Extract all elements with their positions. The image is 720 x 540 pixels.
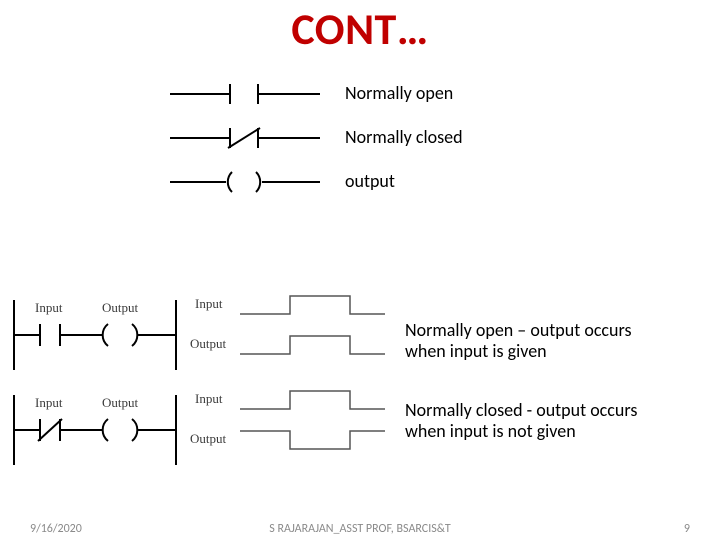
ladder-nc-icon: Input Output bbox=[10, 395, 180, 465]
output-text: Output bbox=[102, 395, 139, 410]
timing-no-icon: Input Output bbox=[190, 290, 390, 370]
output-text: Output bbox=[190, 336, 227, 351]
output-text: Output bbox=[102, 300, 139, 315]
normally-open-icon bbox=[170, 78, 320, 110]
no-description: Normally open – output occurs when input… bbox=[405, 320, 715, 361]
slide: CONT… Normally open Normally closed outp… bbox=[0, 0, 720, 540]
footer-page: 9 bbox=[684, 522, 690, 536]
input-text: Input bbox=[35, 300, 63, 315]
symbol-row-nc bbox=[170, 122, 320, 154]
ladder-no-icon: Input Output bbox=[10, 300, 180, 370]
nc-desc-line1: Normally closed - output occurs bbox=[405, 399, 637, 421]
input-text: Input bbox=[195, 296, 223, 311]
input-text: Input bbox=[35, 395, 63, 410]
output-coil-icon bbox=[170, 166, 320, 198]
nc-description: Normally closed - output occurs when inp… bbox=[405, 400, 715, 441]
timing-nc-icon: Input Output bbox=[190, 385, 390, 465]
input-text: Input bbox=[195, 391, 223, 406]
no-label: Normally open bbox=[345, 82, 453, 104]
output-text: Output bbox=[190, 431, 227, 446]
no-desc-line2: when input is given bbox=[405, 340, 547, 362]
normally-closed-icon bbox=[170, 122, 320, 154]
nc-desc-line2: when input is not given bbox=[405, 420, 576, 442]
symbol-row-no bbox=[170, 78, 320, 110]
no-desc-line1: Normally open – output occurs bbox=[405, 319, 632, 341]
footer-author: S RAJARAJAN_ASST PROF, BSARCIS&T bbox=[0, 522, 720, 536]
slide-title: CONT… bbox=[0, 2, 720, 56]
symbol-row-output bbox=[170, 166, 320, 198]
nc-label: Normally closed bbox=[345, 126, 463, 148]
output-label: output bbox=[345, 170, 395, 192]
